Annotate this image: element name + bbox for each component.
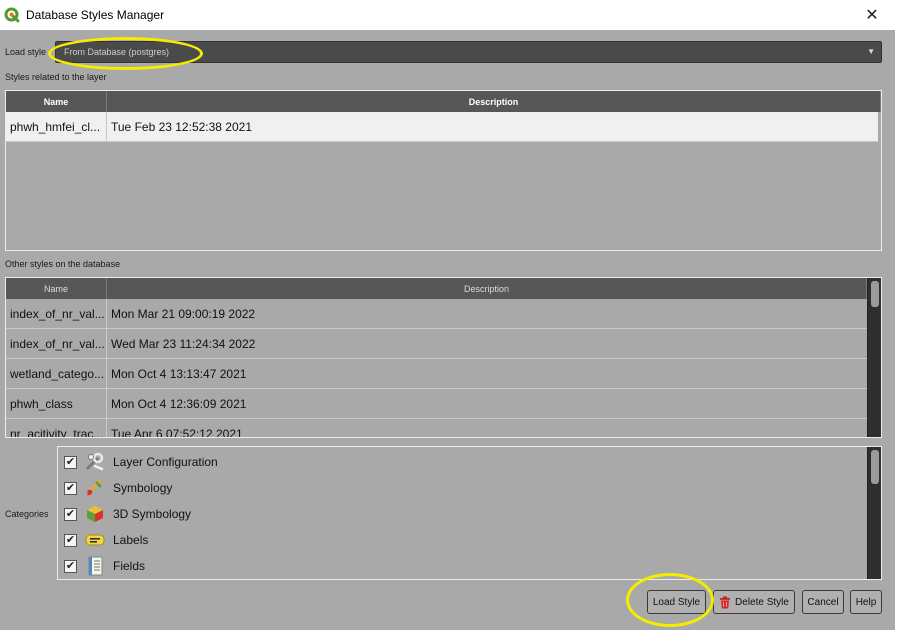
other-table-header: Name Description [6,278,867,299]
style-name-cell: index_of_nr_val... [6,329,107,359]
load-style-value: From Database (postgres) [64,47,170,57]
style-description-cell: Mon Oct 4 13:13:47 2021 [111,367,247,381]
table-row[interactable]: phwh_class Mon Oct 4 12:36:09 2021 [6,389,867,419]
related-styles-label: Styles related to the layer [5,72,107,82]
list-item-3d-symbology[interactable]: ✔ 3D Symbology [64,503,191,525]
title-bar: Database Styles Manager ✕ [0,0,895,30]
trash-icon [720,596,731,608]
category-label: Layer Configuration [113,455,218,469]
fields-checkbox[interactable]: ✔ [64,559,77,573]
layer-configuration-checkbox[interactable]: ✔ [64,455,77,469]
category-label: 3D Symbology [113,507,192,521]
delete-style-button[interactable]: Delete Style [713,590,795,614]
table-row[interactable]: phwh_hmfei_cl... Tue Feb 23 12:52:38 202… [6,112,878,142]
load-style-label: Load style [5,47,47,57]
fields-icon [85,556,105,576]
style-description-cell: Tue Apr 6 07:52:12 2021 [111,427,243,438]
help-button[interactable]: Help [850,590,882,614]
list-item-labels[interactable]: ✔ Labels [64,529,148,551]
3d-symbology-icon [85,504,105,524]
close-icon: ✕ [865,7,879,24]
labels-checkbox[interactable]: ✔ [64,533,77,547]
qgis-logo-icon [4,7,20,23]
list-item-symbology[interactable]: ✔ Symbology [64,477,172,499]
close-button[interactable]: ✕ [849,0,895,30]
layer-config-icon [85,452,105,472]
style-name-cell: phwh_class [6,389,107,419]
style-name-cell: phwh_hmfei_cl... [6,112,107,142]
related-styles-table: Name Description phwh_hmfei_cl... Tue Fe… [5,90,882,251]
symbology-checkbox[interactable]: ✔ [64,481,77,495]
chevron-down-icon: ▼ [867,47,875,56]
column-header-name[interactable]: Name [6,91,107,112]
delete-style-label: Delete Style [735,596,789,608]
window-title: Database Styles Manager [26,8,165,22]
column-header-description[interactable]: Description [107,91,881,112]
scrollbar-thumb[interactable] [871,281,879,307]
category-label: Fields [113,559,146,573]
column-header-name[interactable]: Name [6,278,107,299]
load-style-select[interactable]: From Database (postgres) ▼ [55,41,882,63]
related-table-header: Name Description [6,91,881,112]
categories-label: Categories [5,509,49,519]
style-name-cell: nr_acitivity_trac... [6,419,107,437]
style-description-cell: Wed Mar 23 11:24:34 2022 [111,337,256,351]
table-row[interactable]: index_of_nr_val... Wed Mar 23 11:24:34 2… [6,329,867,359]
table-row[interactable]: nr_acitivity_trac... Tue Apr 6 07:52:12 … [6,419,867,438]
check-icon: ✔ [65,559,76,572]
other-styles-label: Other styles on the database [5,259,121,269]
table-row[interactable]: wetland_catego... Mon Oct 4 13:13:47 202… [6,359,867,389]
dialog-window: Database Styles Manager ✕ Load style Fro… [0,0,895,630]
categories-list: ✔ Layer Configuration ✔ Symbology ✔ 3D S… [57,446,882,580]
check-icon: ✔ [65,481,76,494]
style-description-cell: Mon Mar 21 09:00:19 2022 [111,307,256,321]
categories-scrollbar[interactable] [867,447,881,579]
list-item-fields[interactable]: ✔ Fields [64,555,145,577]
labels-icon [85,530,105,550]
style-name-cell: wetland_catego... [6,359,107,389]
list-item-layer-configuration[interactable]: ✔ Layer Configuration [64,451,218,473]
load-style-button[interactable]: Load Style [647,590,706,614]
cancel-button[interactable]: Cancel [802,590,844,614]
check-icon: ✔ [65,455,76,468]
style-description-cell: Mon Oct 4 12:36:09 2021 [111,397,247,411]
scrollbar-thumb[interactable] [871,450,879,484]
3d-symbology-checkbox[interactable]: ✔ [64,507,77,521]
other-styles-table: Name Description index_of_nr_val... Mon … [5,277,882,438]
column-header-description[interactable]: Description [107,278,867,299]
other-styles-scrollbar[interactable] [867,278,881,437]
table-row[interactable]: index_of_nr_val... Mon Mar 21 09:00:19 2… [6,299,867,329]
category-label: Symbology [113,481,173,495]
check-icon: ✔ [65,507,76,520]
symbology-icon [85,478,105,498]
check-icon: ✔ [65,533,76,546]
style-name-cell: index_of_nr_val... [6,299,107,329]
style-description-cell: Tue Feb 23 12:52:38 2021 [111,120,252,134]
category-label: Labels [113,533,149,547]
